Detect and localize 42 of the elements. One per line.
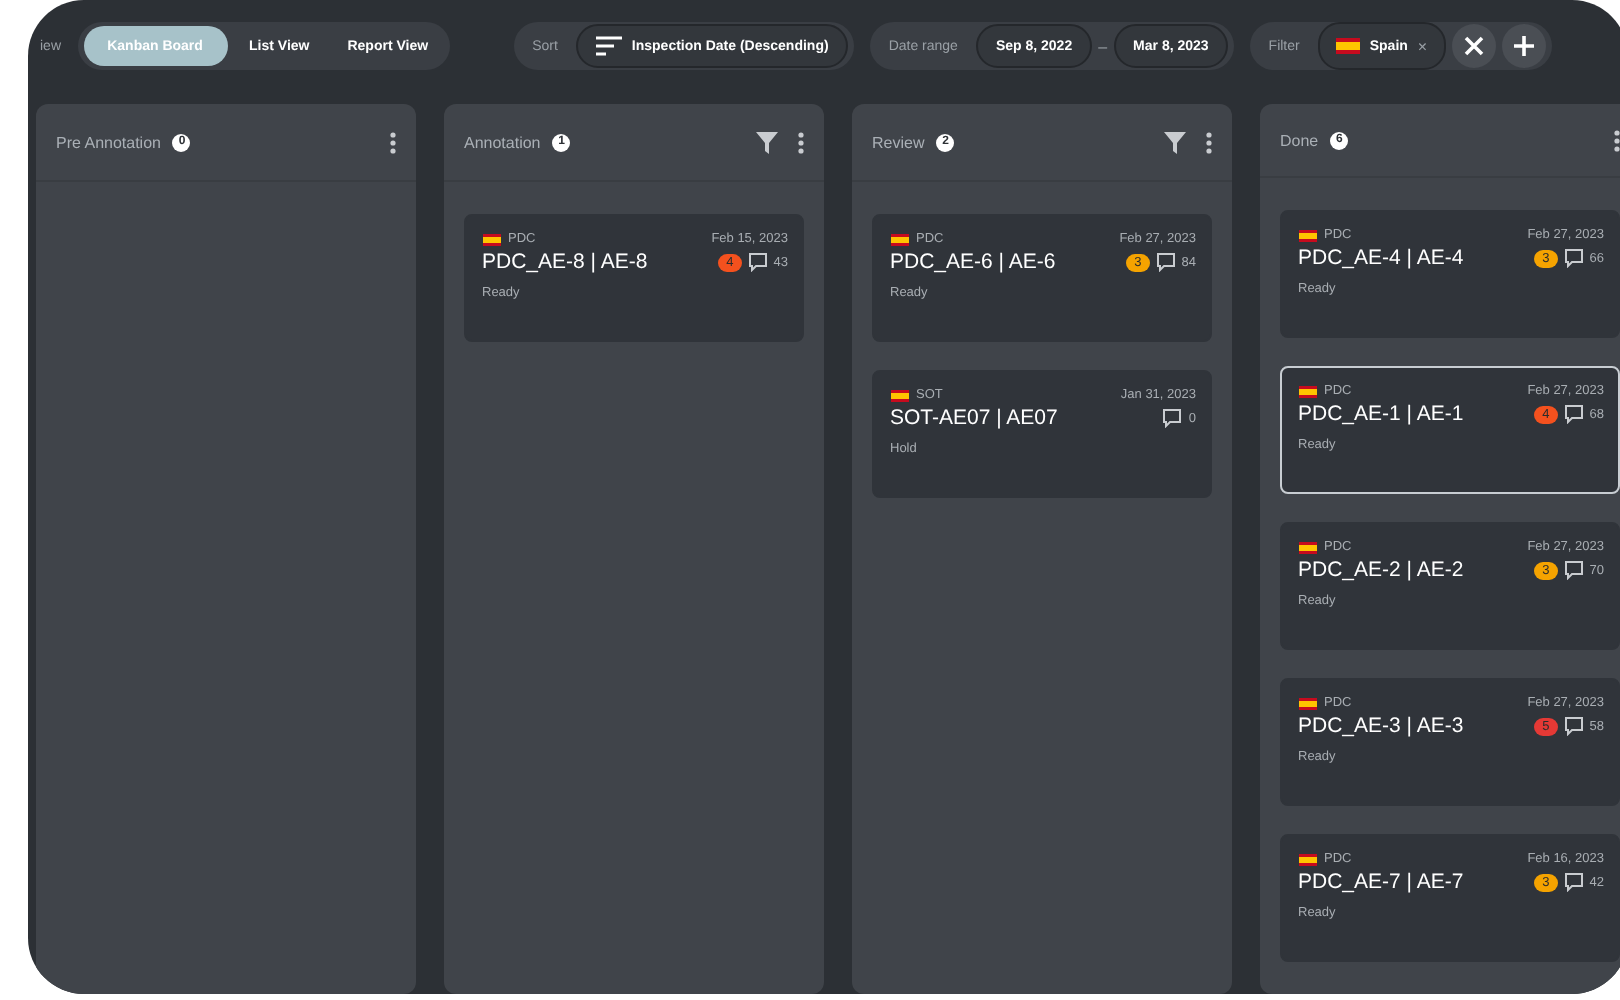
comment-icon bbox=[1563, 560, 1584, 580]
flag-icon bbox=[1335, 38, 1360, 54]
add-button[interactable] bbox=[1501, 24, 1546, 68]
date-separator: – bbox=[1098, 37, 1108, 55]
more-icon[interactable] bbox=[390, 131, 396, 153]
column-title: Pre Annotation bbox=[56, 133, 161, 151]
filter-icon[interactable] bbox=[756, 131, 778, 153]
card-title: PDC_AE-1 | AE-1 bbox=[1298, 402, 1464, 426]
comment-icon bbox=[1563, 716, 1584, 736]
flag-icon bbox=[890, 389, 910, 401]
flag-icon bbox=[1298, 229, 1318, 241]
plus-icon bbox=[1513, 36, 1534, 56]
comment-icon bbox=[1155, 252, 1176, 272]
close-icon bbox=[1463, 36, 1484, 56]
flag-icon bbox=[1298, 853, 1318, 865]
card-title: PDC_AE-4 | AE-4 bbox=[1298, 246, 1464, 270]
flag-icon bbox=[1298, 385, 1318, 397]
comment-icon bbox=[1563, 404, 1584, 424]
flag-icon bbox=[1298, 697, 1318, 709]
comment-icon bbox=[1162, 408, 1183, 428]
flag-icon bbox=[1298, 541, 1318, 553]
more-icon[interactable] bbox=[798, 131, 804, 153]
column-title: Review bbox=[872, 133, 925, 151]
card-title: PDC_AE-3 | AE-3 bbox=[1298, 714, 1464, 738]
comment-icon bbox=[1563, 872, 1584, 892]
close-button[interactable] bbox=[1451, 24, 1496, 68]
comment-icon bbox=[747, 252, 768, 272]
card-title: PDC_AE-7 | AE-7 bbox=[1298, 870, 1464, 894]
chip-remove[interactable]: × bbox=[1417, 37, 1428, 55]
card-title: PDC_AE-8 | AE-8 bbox=[482, 250, 648, 274]
flag-icon bbox=[890, 233, 910, 245]
column-title: Annotation bbox=[464, 133, 541, 151]
card-title: PDC_AE-2 | AE-2 bbox=[1298, 558, 1464, 582]
card-title: SOT-AE07 | AE07 bbox=[890, 406, 1058, 430]
sort-icon bbox=[595, 36, 622, 56]
card-title: PDC_AE-6 | AE-6 bbox=[890, 250, 1056, 274]
column-title: Done bbox=[1280, 131, 1319, 149]
filter-icon[interactable] bbox=[1164, 131, 1186, 153]
more-icon[interactable] bbox=[1206, 131, 1212, 153]
comment-icon bbox=[1563, 248, 1584, 268]
flag-icon bbox=[482, 233, 502, 245]
more-icon[interactable] bbox=[1614, 129, 1620, 151]
